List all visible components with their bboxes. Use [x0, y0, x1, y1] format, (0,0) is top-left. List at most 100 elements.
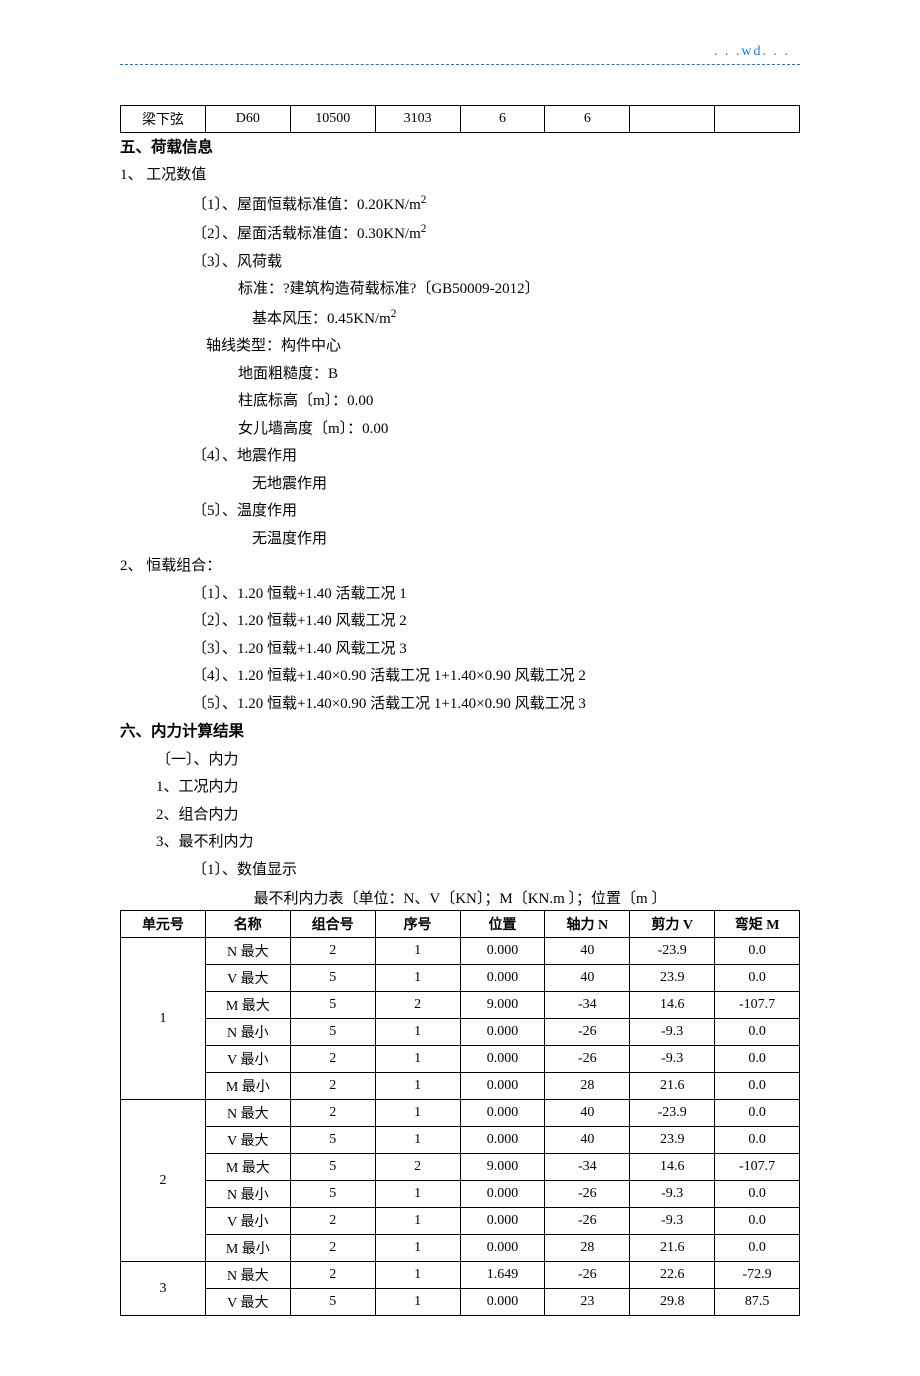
force-table-cell: 1: [375, 1208, 460, 1235]
force-table-cell: 2: [290, 938, 375, 965]
sec5-item4: 〔4〕、地震作用: [120, 444, 800, 470]
force-table-cell: -26: [545, 1208, 630, 1235]
force-table-cell: 0.0: [715, 1019, 800, 1046]
table-row: V 最小210.000-26-9.30.0: [121, 1046, 800, 1073]
force-table-cell: -72.9: [715, 1262, 800, 1289]
sec5-parapet: 女儿墙高度〔m〕：0.00: [120, 417, 800, 443]
force-table-header-cell: 单元号: [121, 911, 206, 938]
force-table-cell: N 最大: [205, 938, 290, 965]
force-table-cell: 28: [545, 1235, 630, 1262]
sec5-c3: 〔3〕、1.20 恒载+1.40 风载工况 3: [120, 637, 800, 663]
top-table-cell: 6: [460, 106, 545, 133]
force-table-cell: 87.5: [715, 1289, 800, 1316]
sec6-a2: 2、组合内力: [120, 803, 800, 829]
top-table-cell: 3103: [375, 106, 460, 133]
sec5-item3: 〔3〕、风荷载: [120, 250, 800, 276]
force-table-cell: -34: [545, 992, 630, 1019]
force-table-cell: 5: [290, 1019, 375, 1046]
force-table-cell: 0.000: [460, 1046, 545, 1073]
force-table-cell: 0.000: [460, 1181, 545, 1208]
force-table-cell: 14.6: [630, 992, 715, 1019]
top-table-cell: D60: [205, 106, 290, 133]
sec6-a: 〔一〕、内力: [120, 748, 800, 774]
force-table-cell: M 最大: [205, 1154, 290, 1181]
force-table-cell: 5: [290, 1154, 375, 1181]
table-row: M 最小210.0002821.60.0: [121, 1073, 800, 1100]
table-row: V 最小210.000-26-9.30.0: [121, 1208, 800, 1235]
force-table-cell: 1: [375, 1289, 460, 1316]
force-table-cell: 2: [375, 1154, 460, 1181]
force-table-cell: 0.0: [715, 938, 800, 965]
force-table-cell: 23.9: [630, 965, 715, 992]
force-table-cell: 0.0: [715, 1100, 800, 1127]
force-table-cell: 0.000: [460, 965, 545, 992]
sec5-item5: 〔5〕、温度作用: [120, 499, 800, 525]
table-row: V 最大510.0004023.90.0: [121, 965, 800, 992]
force-table-cell: -107.7: [715, 1154, 800, 1181]
force-table-cell: 0.000: [460, 1289, 545, 1316]
sec5-item3b-text: 基本风压：0.45KN/m: [252, 311, 391, 327]
force-table-cell: -9.3: [630, 1019, 715, 1046]
force-table-cell: 2: [375, 992, 460, 1019]
force-table-cell: 0.0: [715, 1073, 800, 1100]
force-table-cell: 0.000: [460, 1100, 545, 1127]
force-table-cell: 1: [375, 1181, 460, 1208]
table-row: V 最大510.0002329.887.5: [121, 1289, 800, 1316]
force-table-cell: -34: [545, 1154, 630, 1181]
sec5-item2-text: 〔2〕、屋面活载标准值：0.30KN/m: [192, 226, 421, 242]
sec5-item3b: 基本风压：0.45KN/m2: [120, 305, 800, 333]
force-table-header-cell: 弯矩 M: [715, 911, 800, 938]
table-row: N 最小510.000-26-9.30.0: [121, 1019, 800, 1046]
force-table-cell: 2: [290, 1073, 375, 1100]
force-table-cell: -9.3: [630, 1046, 715, 1073]
force-table-cell: 23: [545, 1289, 630, 1316]
force-table-cell: N 最大: [205, 1100, 290, 1127]
force-table-header-cell: 序号: [375, 911, 460, 938]
sec5-item4a: 无地震作用: [120, 472, 800, 498]
force-table-cell: M 最小: [205, 1235, 290, 1262]
force-table-cell: 40: [545, 1100, 630, 1127]
force-table-cell: 0.000: [460, 938, 545, 965]
sec5-c5: 〔5〕、1.20 恒载+1.40×0.90 活载工况 1+1.40×0.90 风…: [120, 692, 800, 718]
force-table-cell: 5: [290, 1181, 375, 1208]
force-table-cell: N 最小: [205, 1181, 290, 1208]
table-row: V 最大510.0004023.90.0: [121, 1127, 800, 1154]
force-table-cell: -9.3: [630, 1208, 715, 1235]
force-table-cell: 40: [545, 938, 630, 965]
force-table-cell: 2: [290, 1100, 375, 1127]
sec5-item3a: 标准：?建筑构造荷载标准?〔GB50009-2012〕: [120, 277, 800, 303]
force-table-cell: -23.9: [630, 1100, 715, 1127]
top-table-cell: 6: [545, 106, 630, 133]
sec5-item2: 〔2〕、屋面活载标准值：0.30KN/m2: [120, 220, 800, 248]
force-table-cell: 0.0: [715, 1181, 800, 1208]
force-table-cell: 1: [375, 1100, 460, 1127]
table-row: M 最大529.000-3414.6-107.7: [121, 1154, 800, 1181]
force-table-cell: 21.6: [630, 1235, 715, 1262]
sec5-p1: 1、 工况数值: [120, 163, 800, 189]
force-table-cell: 0.0: [715, 1127, 800, 1154]
force-table-header-cell: 轴力 N: [545, 911, 630, 938]
sec5-rough: 地面粗糙度：B: [120, 362, 800, 388]
unit-cell: 3: [121, 1262, 206, 1316]
table-row: M 最小210.0002821.60.0: [121, 1235, 800, 1262]
force-table-cell: -26: [545, 1181, 630, 1208]
force-table-cell: 2: [290, 1262, 375, 1289]
sec5-c1: 〔1〕、1.20 恒载+1.40 活载工况 1: [120, 582, 800, 608]
force-table-cell: -9.3: [630, 1181, 715, 1208]
force-table-cell: 1: [375, 1073, 460, 1100]
sec6-a3a: 〔1〕、数值显示: [120, 858, 800, 884]
table-row: 3N 最大211.649-2622.6-72.9: [121, 1262, 800, 1289]
force-table-caption: 最不利内力表〔单位：N、V〔KN〕；M〔KN.m 〕；位置〔m 〕: [120, 887, 800, 908]
sup: 2: [421, 194, 427, 206]
force-table-cell: 2: [290, 1046, 375, 1073]
force-table-header-cell: 位置: [460, 911, 545, 938]
force-table-cell: -26: [545, 1262, 630, 1289]
section-6-title: 六、内力计算结果: [120, 719, 800, 745]
force-table-cell: 40: [545, 965, 630, 992]
force-table-cell: 1.649: [460, 1262, 545, 1289]
force-table-cell: -107.7: [715, 992, 800, 1019]
force-table-cell: 1: [375, 965, 460, 992]
force-table-cell: 1: [375, 1127, 460, 1154]
section-5-title: 五、荷载信息: [120, 135, 800, 161]
sec6-a3: 3、最不利内力: [120, 830, 800, 856]
